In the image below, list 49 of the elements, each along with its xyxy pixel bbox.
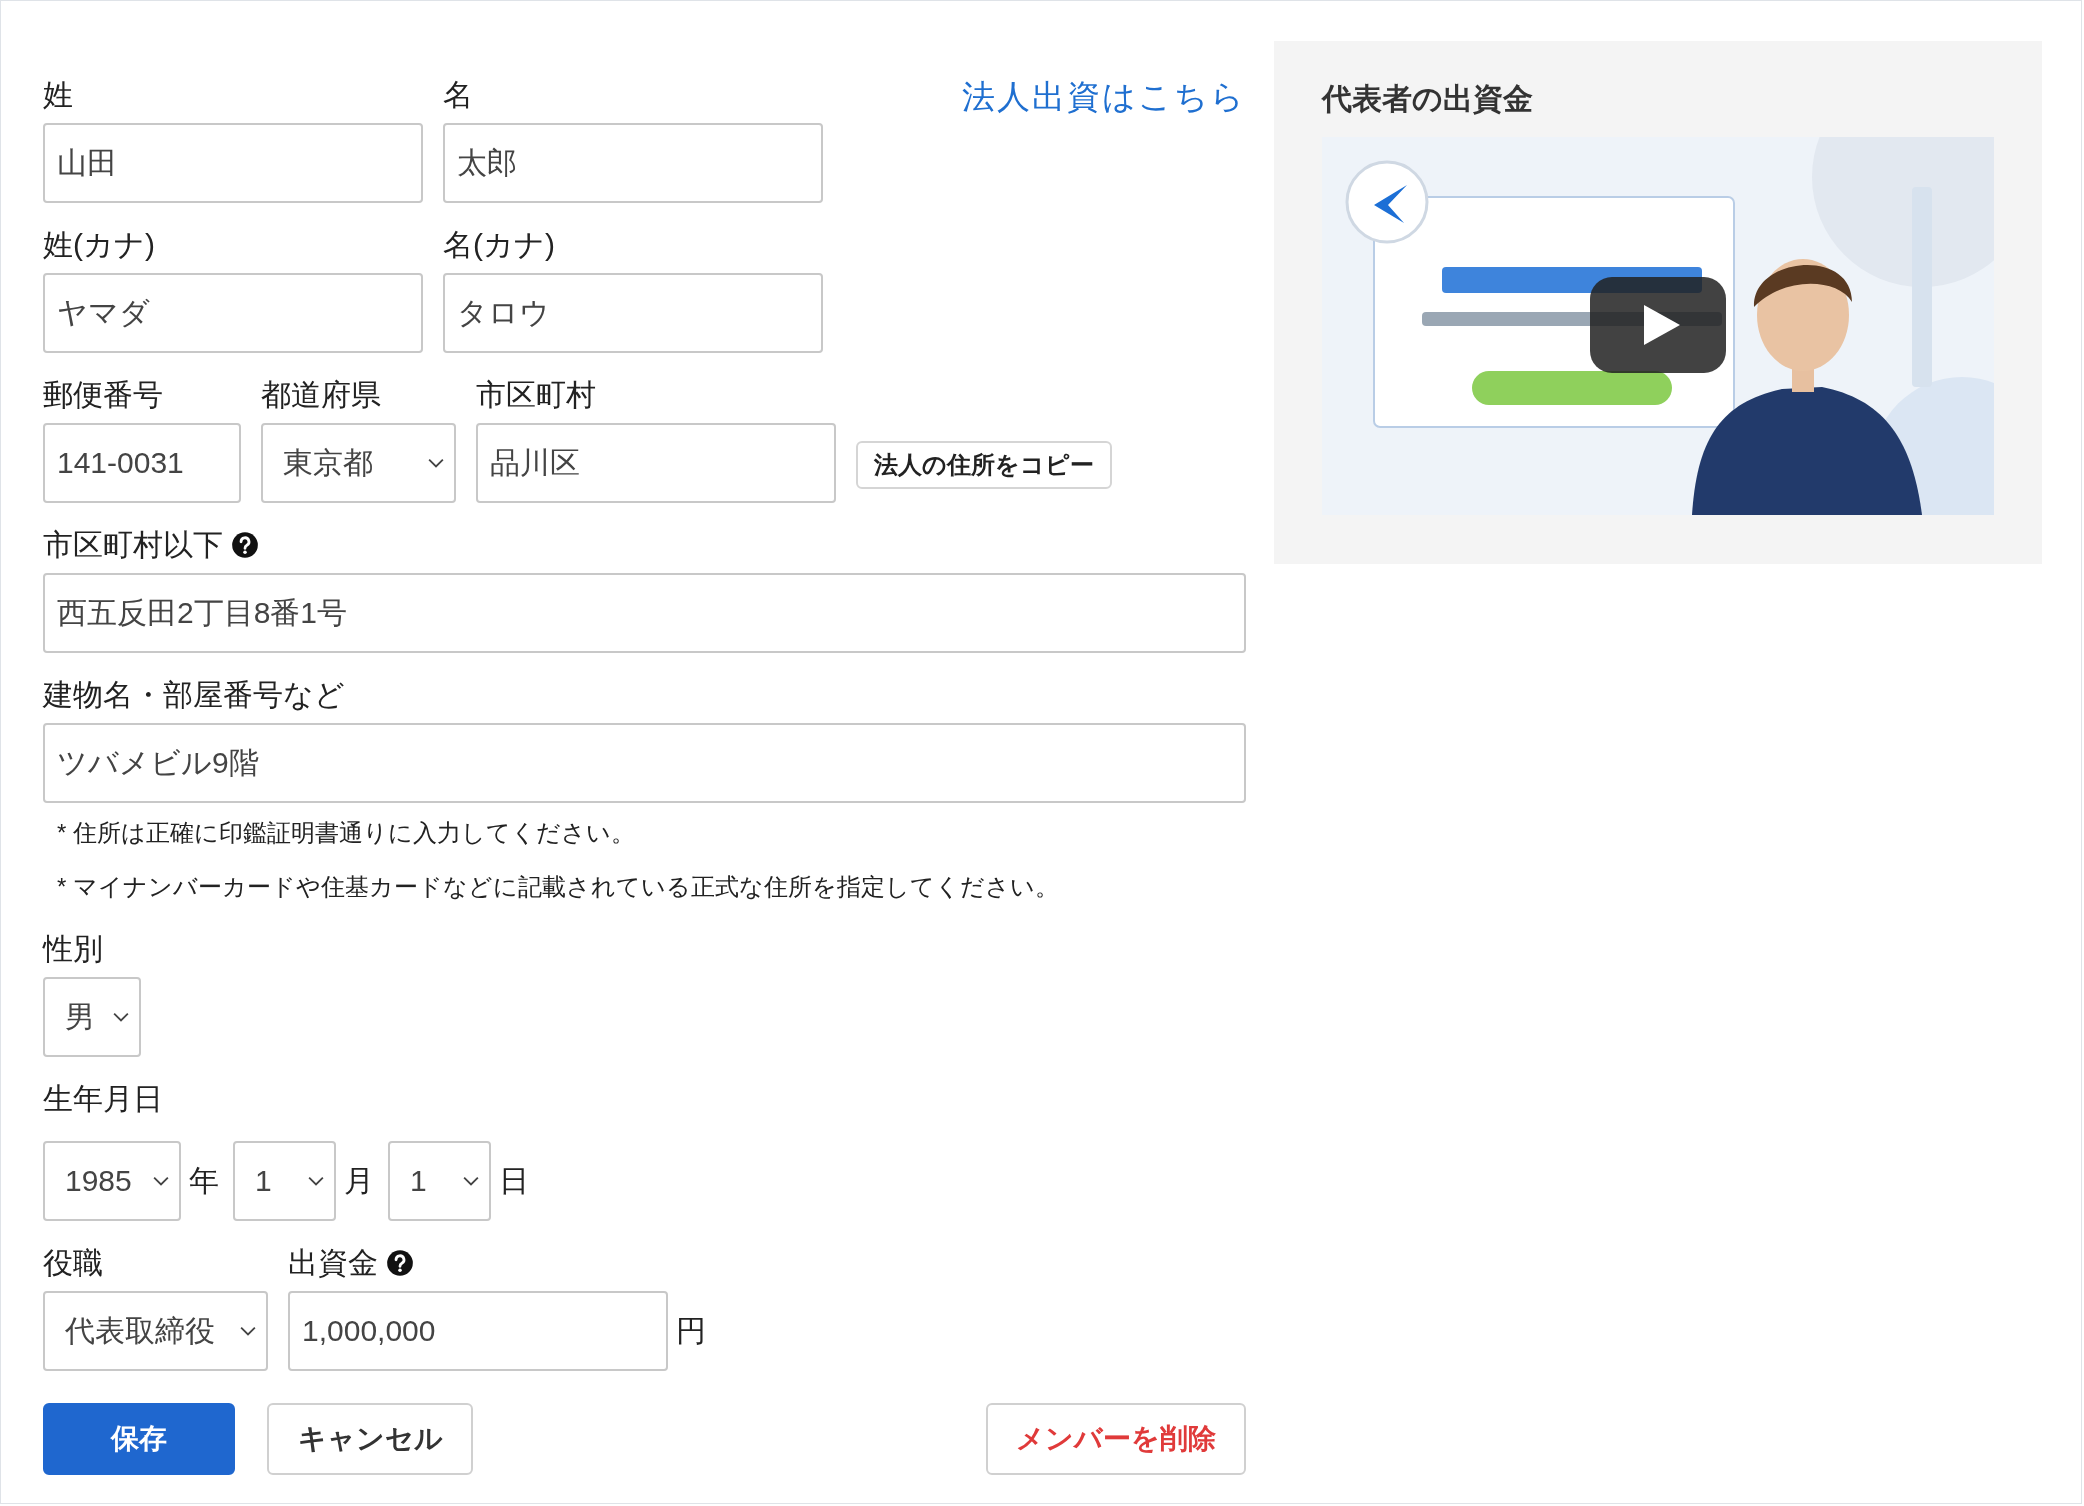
date-select[interactable]: 1 bbox=[388, 1141, 491, 1221]
field-label: 出資金 bbox=[288, 1245, 378, 1281]
chevron-down-icon bbox=[463, 1176, 479, 1186]
field-label: 姓(カナ) bbox=[43, 227, 156, 263]
currency-unit: 円 bbox=[676, 1312, 706, 1349]
text-field[interactable]: タロウ bbox=[443, 273, 823, 353]
field-label: 市区町村以下 bbox=[43, 527, 223, 563]
date-unit: 年 bbox=[189, 1162, 219, 1199]
chevron-down-icon bbox=[308, 1176, 324, 1186]
date-select[interactable]: 1 bbox=[233, 1141, 336, 1221]
prefecture-select[interactable]: 東京都 bbox=[261, 423, 456, 503]
field-label: 名(カナ) bbox=[443, 227, 556, 263]
chevron-down-icon bbox=[428, 458, 444, 468]
field-label: 姓 bbox=[43, 77, 74, 113]
chevron-down-icon bbox=[153, 1176, 169, 1186]
position-select[interactable]: 代表取締役 bbox=[43, 1291, 268, 1371]
delete-button[interactable]: メンバーを削除 bbox=[986, 1403, 1246, 1475]
address-note: * マイナンバーカードや住基カードなどに記載されている正式な住所を指定してください。 bbox=[57, 872, 1060, 902]
chevron-down-icon bbox=[240, 1326, 256, 1336]
text-field[interactable]: ヤマダ bbox=[43, 273, 423, 353]
help-icon[interactable] bbox=[386, 1249, 414, 1277]
date-unit: 日 bbox=[499, 1162, 529, 1199]
field-label: 名 bbox=[443, 77, 474, 113]
help-icon[interactable] bbox=[231, 531, 259, 559]
investment-field[interactable]: 1,000,000 bbox=[288, 1291, 668, 1371]
field-label: 役職 bbox=[43, 1245, 104, 1281]
field-label: 市区町村 bbox=[476, 377, 597, 413]
field-label: 生年月日 bbox=[43, 1081, 164, 1117]
street-address-field[interactable]: 西五反田2丁目8番1号 bbox=[43, 573, 1246, 653]
postal-code-field[interactable]: 141-0031 bbox=[43, 423, 241, 503]
field-label: 性別 bbox=[43, 931, 104, 967]
play-button-icon[interactable] bbox=[1590, 277, 1726, 373]
cancel-button[interactable]: キャンセル bbox=[267, 1403, 473, 1475]
building-field[interactable]: ツバメビル9階 bbox=[43, 723, 1246, 803]
field-label: 都道府県 bbox=[261, 377, 382, 413]
chevron-down-icon bbox=[113, 1012, 129, 1022]
panel-title: 代表者の出資金 bbox=[1322, 81, 1534, 117]
text-field[interactable]: 太郎 bbox=[443, 123, 823, 203]
field-label: 建物名・部屋番号など bbox=[43, 677, 346, 713]
field-label: 郵便番号 bbox=[43, 377, 164, 413]
gender-select[interactable]: 男 bbox=[43, 977, 141, 1057]
copy-address-button[interactable]: 法人の住所をコピー bbox=[856, 441, 1112, 489]
save-button[interactable]: 保存 bbox=[43, 1403, 235, 1475]
address-note: * 住所は正確に印鑑証明書通りに入力してください。 bbox=[57, 818, 636, 848]
city-field[interactable]: 品川区 bbox=[476, 423, 836, 503]
date-unit: 月 bbox=[344, 1162, 374, 1199]
date-select[interactable]: 1985 bbox=[43, 1141, 181, 1221]
text-field[interactable]: 山田 bbox=[43, 123, 423, 203]
corporate-investment-link[interactable]: 法人出資はこちら bbox=[962, 75, 1246, 120]
